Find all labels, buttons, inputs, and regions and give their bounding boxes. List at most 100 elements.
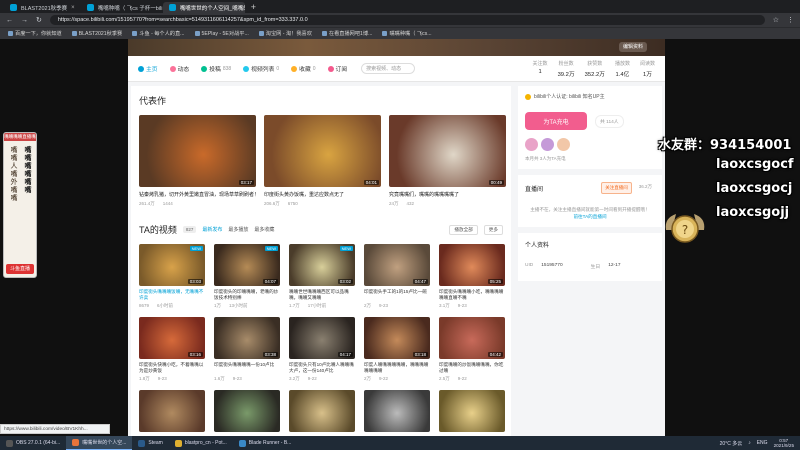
video-card[interactable]: 05:25 印度街头嘴嘴嘴小吃，嘴嘴嘴嘴嘴嘴直嘴不嘴 3.1万 9-23 — [439, 244, 505, 309]
video-title[interactable]: 印度街头黄办饭嘴，重达应数点无了 — [264, 191, 381, 199]
new-tab-button[interactable]: + — [245, 2, 262, 12]
bookmark-item[interactable]: 斗鱼 - 每个人的直... — [132, 30, 185, 37]
video-title[interactable]: 印度街头手工的1的15卢比一碗 — [364, 289, 430, 301]
follow-live-button[interactable]: 关注直播间 — [601, 182, 632, 194]
video-card[interactable]: NEW 04:07 印度街头的印嘴嘴嘴，老嘴的炒饭技术特别棒 1万 13小时前 — [214, 244, 280, 309]
browser-tab-active[interactable]: 嘴嘴世世的个人空间_嘴嘴的嘴嘴× — [162, 2, 245, 13]
tab-favorites[interactable]: 收藏 0 — [291, 64, 316, 73]
video-card[interactable]: 04:47 印度街头手工的1的15卢比一碗 2万 9-23 — [364, 244, 430, 309]
video-title[interactable]: 究竟嘴嘴们，嘴嘴的嘴嘴嘴嘴了 — [389, 191, 506, 199]
video-thumbnail[interactable]: NEW 04:07 — [214, 244, 280, 286]
video-thumbnail[interactable]: 05:25 — [439, 244, 505, 286]
video-thumbnail[interactable]: 04:01 — [264, 115, 381, 187]
bookmark-item[interactable]: 淘宝网 - 淘！我喜欢 — [258, 30, 312, 37]
clock[interactable]: 0:57 2021/9/25 — [774, 438, 794, 448]
video-title[interactable]: 印度街头嘴嘴嘴小吃，嘴嘴嘴嘴嘴嘴直嘴不嘴 — [439, 289, 505, 301]
video-title[interactable]: 印度街头只有10卢比嘴人嘴嘴嘴大卢，这一份140卢比 — [289, 362, 355, 374]
video-thumbnail[interactable]: 04:42 — [439, 317, 505, 359]
video-title[interactable]: 钻秦烤乳猪，切开外黄里嫩直冒油，现场草草刷刷者！ — [139, 191, 256, 199]
video-card[interactable] — [289, 390, 355, 432]
avatar[interactable] — [525, 138, 538, 151]
tab-uploads[interactable]: 投稿 838 — [201, 64, 231, 73]
reload-icon[interactable]: ↻ — [36, 16, 42, 24]
tab-dynamic[interactable]: 动态 — [169, 64, 189, 73]
taskbar-item-obs[interactable]: OBS 27.0.1 (64-bi... — [0, 436, 66, 450]
live-room-link[interactable]: 前往TA的直播间 — [525, 213, 655, 220]
tab-playlists[interactable]: 视频列表 0 — [243, 64, 279, 73]
video-title[interactable]: 印度人嘴嘴嘴嘴嘴嘴，嘴嘴嘴嘴嘴嘴嘴嘴 — [364, 362, 430, 374]
representative-card[interactable]: 04:01 印度街头黄办饭嘴，重达应数点无了 206.6万 6750 — [264, 115, 381, 207]
charge-button[interactable]: 为TA充电 — [525, 112, 587, 130]
video-title[interactable]: 印度街头的印嘴嘴嘴，老嘴的炒饭技术特别棒 — [214, 289, 280, 301]
bookmark-item[interactable]: 嘴嘴种嘴（ 飞cs... — [382, 30, 432, 37]
profile-stats: 关注数 1 粉丝数 39.2万 获赞数 352.2万 播放数 1.4亿 阅读数 1万 — [533, 60, 655, 78]
close-icon[interactable]: × — [71, 5, 75, 11]
video-thumbnail[interactable]: 03:16 — [139, 317, 205, 359]
weather-text[interactable]: 20°C 多云 — [720, 440, 743, 447]
bookmark-item[interactable]: 百度一下，你就知道 — [8, 30, 62, 37]
taskbar-item-steam[interactable]: Steam — [132, 436, 168, 450]
back-arrow-icon[interactable]: ← — [6, 17, 13, 24]
video-card[interactable]: NEW 03:02 嘴嘴世世嘴嘴嘴西区可以品嘴嘴，嘴嘴又嘴嘴 1.7万 17小时前 — [289, 244, 355, 309]
video-card[interactable] — [364, 390, 430, 432]
video-thumbnail[interactable]: 03:38 — [214, 317, 280, 359]
video-thumbnail[interactable] — [439, 390, 505, 432]
video-card[interactable]: 03:38 印度街头嘴嘴嘴嘴一份10卢比 1.6万 9-23 — [214, 317, 280, 382]
video-title[interactable]: 印度嘴嘴的炒饭嘴嘴嘴嘴，你吃过嘴 — [439, 362, 505, 374]
video-thumbnail[interactable]: 03:18 — [364, 317, 430, 359]
browser-tab[interactable]: 嘴嘴种嘴（ 飞cs 子杯一bili× — [81, 2, 163, 13]
video-thumbnail[interactable] — [139, 390, 205, 432]
video-card[interactable]: 04:42 印度嘴嘴的炒饭嘴嘴嘴嘴，你吃过嘴 2.5万 9-22 — [439, 317, 505, 382]
more-button[interactable]: 更多 — [483, 224, 503, 235]
video-card[interactable]: NEW 03:03 印度街头嘴嘴嘴饭嘴，无嘴嘴不许卖 8679 6小时前 — [139, 244, 205, 309]
video-card[interactable]: 03:16 印度街头快嘴小吃，不着嘴嘴以为是炒黄饭 1.8万 9-23 — [139, 317, 205, 382]
video-thumbnail[interactable] — [214, 390, 280, 432]
tab-subscriptions[interactable]: 订阅 — [327, 64, 347, 73]
stat-following[interactable]: 关注数 1 — [533, 60, 548, 78]
url-field[interactable]: https://space.bilibili.com/15195770?from… — [49, 15, 765, 25]
browser-tab[interactable]: BLAST2021秋季赛 × — [4, 2, 81, 13]
play-all-button[interactable]: 播放全部 — [449, 224, 478, 235]
forward-arrow-icon[interactable]: → — [21, 17, 28, 24]
video-title[interactable]: 印度街头嘴嘴嘴饭嘴，无嘴嘴不许卖 — [139, 289, 205, 301]
sort-most-played[interactable]: 最多播放 — [228, 226, 248, 233]
stat-fans[interactable]: 粉丝数 39.2万 — [558, 60, 575, 78]
video-thumbnail[interactable]: NEW 03:02 — [289, 244, 355, 286]
bookmark-item[interactable]: BLAST2021秋季赛 — [71, 30, 122, 37]
volume-icon[interactable]: ♪ — [748, 440, 751, 446]
video-title[interactable]: 印度街头嘴嘴嘴嘴一份10卢比 — [214, 362, 280, 374]
star-icon[interactable]: ☆ — [773, 16, 779, 24]
language-indicator[interactable]: ENG — [757, 440, 768, 446]
video-thumbnail[interactable]: 03:17 — [139, 115, 256, 187]
video-card[interactable] — [214, 390, 280, 432]
video-thumbnail[interactable]: NEW 03:03 — [139, 244, 205, 286]
bookmark-item[interactable]: 5EPlay - 5E对战平... — [194, 30, 249, 37]
banner-button[interactable]: 编辑资料 — [619, 42, 647, 52]
video-card[interactable] — [139, 390, 205, 432]
taskbar-item-potplayer[interactable]: blastpro_cn - Pot... — [169, 436, 233, 450]
sort-latest[interactable]: 最新发布 — [202, 226, 222, 233]
video-card[interactable]: 04:17 印度街头只有10卢比嘴人嘴嘴嘴大卢，这一份140卢比 3.2万 9-22 — [289, 317, 355, 382]
video-thumbnail[interactable] — [289, 390, 355, 432]
video-title[interactable]: 印度街头快嘴小吃，不着嘴嘴以为是炒黄饭 — [139, 362, 205, 374]
bookmark-icon — [321, 31, 327, 36]
video-thumbnail[interactable]: 00:49 — [389, 115, 506, 187]
avatar[interactable] — [541, 138, 554, 151]
browser-status-bar: https://www.bilibili.com/video/BV1Khh... — [0, 424, 110, 434]
video-card[interactable]: 03:18 印度人嘴嘴嘴嘴嘴嘴，嘴嘴嘴嘴嘴嘴嘴嘴 2万 9-22 — [364, 317, 430, 382]
menu-icon[interactable]: ⋮ — [787, 16, 794, 24]
bookmark-item[interactable]: 在看直播网吧1博... — [321, 30, 372, 37]
video-title[interactable]: 嘴嘴世世嘴嘴嘴西区可以品嘴嘴，嘴嘴又嘴嘴 — [289, 289, 355, 301]
video-thumbnail[interactable] — [364, 390, 430, 432]
tab-home[interactable]: 主页 — [138, 64, 158, 73]
sort-most-favorited[interactable]: 最多收藏 — [254, 226, 274, 233]
video-thumbnail[interactable]: 04:17 — [289, 317, 355, 359]
video-thumbnail[interactable]: 04:47 — [364, 244, 430, 286]
representative-card[interactable]: 00:49 究竟嘴嘴们，嘴嘴的嘴嘴嘴嘴了 24万 432 — [389, 115, 506, 207]
taskbar-item-bladerunner[interactable]: Blade Runner - B... — [233, 436, 298, 450]
taskbar-item-browser[interactable]: 嘴嘴世世的个人空... — [66, 436, 133, 450]
representative-card[interactable]: 03:17 钻秦烤乳猪，切开外黄里嫩直冒油，现场草草刷刷者！ 261.4万 1444 — [139, 115, 256, 207]
video-card[interactable] — [439, 390, 505, 432]
space-search-input[interactable]: 搜索视频、动态 — [361, 63, 416, 74]
avatar[interactable] — [557, 138, 570, 151]
